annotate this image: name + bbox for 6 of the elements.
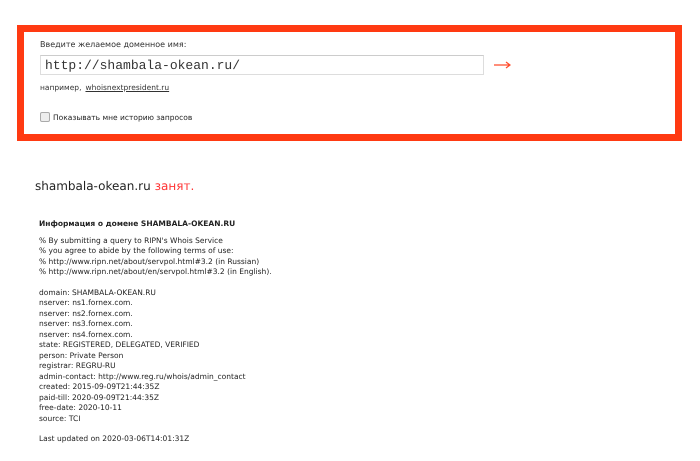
domain-name: shambala-okean.ru [35,179,151,193]
status-text: занят. [154,179,194,193]
field-label: Введите желаемое доменное имя: [40,40,188,49]
checkbox[interactable] [40,112,50,122]
arrow-right-icon[interactable] [494,61,512,69]
domain-input-field[interactable]: http://shambala-okean.ru/ [40,55,484,75]
